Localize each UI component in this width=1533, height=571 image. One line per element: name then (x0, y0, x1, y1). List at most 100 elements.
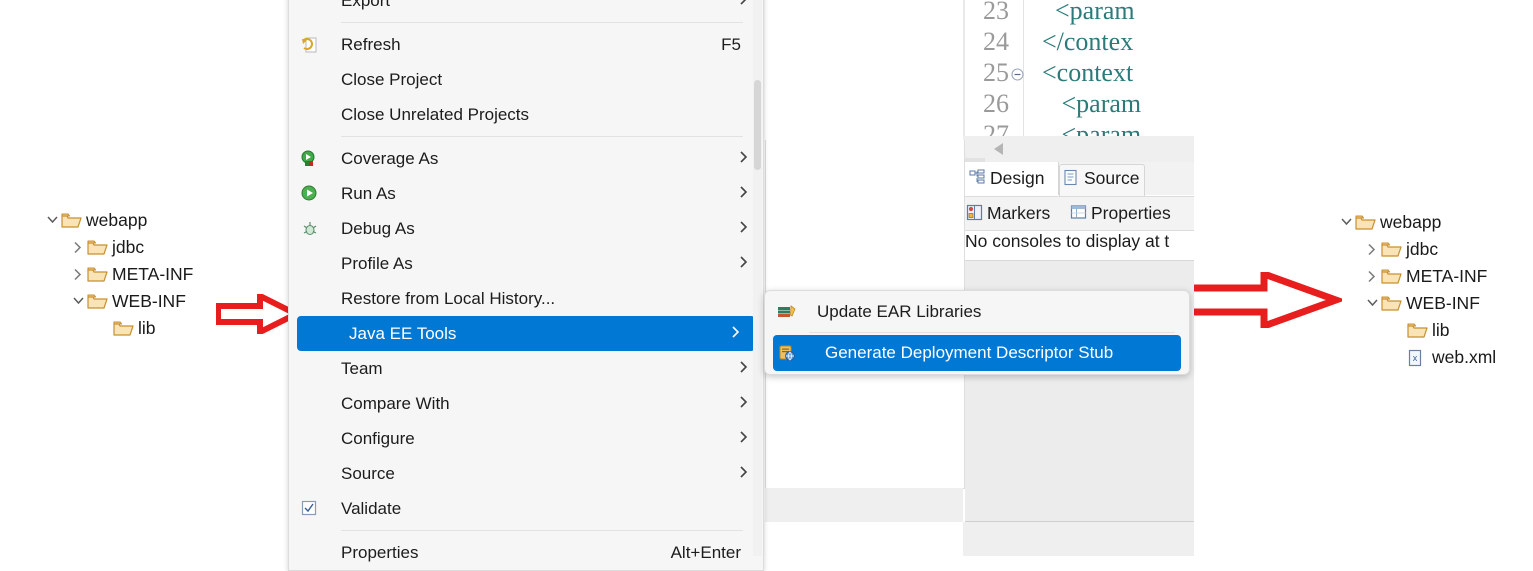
generate-icon (773, 343, 807, 363)
tree-item-lib[interactable]: lib (1338, 316, 1496, 343)
menu-item-run-as[interactable]: Run As (289, 176, 763, 211)
menu-item-profile-as[interactable]: Profile As (289, 246, 763, 281)
tree-item-label: lib (138, 317, 156, 338)
menu-item-icon-placeholder (297, 289, 323, 309)
tree-item-web-inf[interactable]: WEB-INF (1338, 289, 1496, 316)
menu-item-label: Source (341, 463, 395, 483)
menu-item-icon-placeholder (297, 359, 323, 379)
tree-item-jdbc[interactable]: jdbc (1338, 235, 1496, 262)
debug-icon (297, 219, 323, 239)
menu-item-label: Java EE Tools (349, 323, 457, 343)
tree-item-webapp[interactable]: webapp (44, 206, 193, 233)
menu-item-label: Run As (341, 183, 396, 203)
menu-item-export[interactable]: Export (289, 0, 763, 18)
menu-item-label: Close Project (341, 69, 443, 89)
menu-item-configure[interactable]: Configure (289, 421, 763, 456)
tree-item-label: webapp (1380, 211, 1442, 232)
chevron-down-icon[interactable] (1338, 208, 1355, 235)
code-line-text: </contex (1029, 27, 1134, 56)
workbench-status-bar (963, 522, 1194, 556)
chevron-right-icon[interactable] (1364, 235, 1381, 262)
menu-item-label: Coverage As (341, 148, 439, 168)
menu-item-label: Team (341, 358, 383, 378)
editor-body-shadow (763, 488, 963, 522)
tree-item-label: META-INF (112, 263, 194, 284)
project-explorer-before[interactable]: webapp jdbc META-INF WEB-INF lib (44, 206, 193, 341)
menu-item-label: Restore from Local History... (341, 288, 556, 308)
menu-item-label: Validate (341, 498, 402, 518)
arrow-pointing-to-generated-web-xml (1184, 269, 1347, 331)
tree-item-label: jdbc (112, 236, 145, 257)
line-number: 25 (983, 58, 1009, 87)
code-fold-collapse-icon[interactable] (1011, 68, 1024, 86)
tree-twisty-placeholder (96, 314, 113, 341)
menu-item-team[interactable]: Team (289, 351, 763, 386)
folder-icon (87, 264, 109, 284)
menu-item-source[interactable]: Source (289, 456, 763, 491)
submenu-item-generate-deployment-descriptor-stub[interactable]: Generate Deployment Descriptor Stub (773, 335, 1181, 371)
menu-item-validate[interactable]: Validate (289, 491, 763, 526)
project-context-menu[interactable]: Export Refresh F5 Close Project Close Unrela… (288, 0, 764, 571)
chevron-down-icon[interactable] (1364, 289, 1381, 316)
scroll-left-arrow-icon[interactable] (991, 141, 1009, 157)
submenu-arrow-icon (727, 324, 755, 344)
menu-item-label: Close Unrelated Projects (341, 104, 530, 124)
tree-item-webapp[interactable]: webapp (1338, 208, 1496, 235)
submenu-item-update-ear-libraries[interactable]: Update EAR Libraries (765, 294, 1189, 330)
tree-item-label: lib (1432, 319, 1450, 340)
menu-item-label: Properties (341, 542, 419, 562)
checkbox-icon (297, 499, 323, 519)
tree-item-label: webapp (86, 209, 148, 230)
menu-item-icon-placeholder (297, 324, 331, 344)
project-explorer-after[interactable]: webapp jdbc META-INF WEB-INF lib x web.xml (1338, 208, 1496, 370)
menu-item-label: Configure (341, 428, 415, 448)
menu-item-compare-with[interactable]: Compare With (289, 386, 763, 421)
menu-item-icon-placeholder (297, 543, 323, 563)
folder-icon (113, 318, 135, 338)
submenu-item-label: Generate Deployment Descriptor Stub (825, 343, 1114, 362)
java-ee-tools-submenu[interactable]: Update EAR Libraries Generate Deployment … (764, 290, 1190, 375)
tree-item-meta-inf[interactable]: META-INF (44, 260, 193, 287)
menu-item-restore-from-local-history[interactable]: Restore from Local History... (289, 281, 763, 316)
view-tab-properties[interactable]: Properties (1069, 203, 1171, 223)
menu-item-java-ee-tools[interactable]: Java EE Tools (297, 316, 755, 351)
menu-item-icon-placeholder (297, 70, 323, 90)
menu-item-label: Debug As (341, 218, 415, 238)
chevron-right-icon[interactable] (70, 233, 87, 260)
folder-icon (1381, 266, 1403, 286)
menu-item-icon-placeholder (297, 105, 323, 125)
menu-item-close-project[interactable]: Close Project (289, 62, 763, 97)
tree-item-meta-inf[interactable]: META-INF (1338, 262, 1496, 289)
menu-item-debug-as[interactable]: Debug As (289, 211, 763, 246)
tree-item-web-inf[interactable]: WEB-INF (44, 287, 193, 314)
tab-source[interactable]: Source (1062, 168, 1139, 188)
tab-label: Design (990, 168, 1045, 188)
menu-item-properties[interactable]: Properties Alt+Enter (289, 535, 763, 570)
folder-icon (1381, 239, 1403, 259)
context-menu-scroll-thumb[interactable] (754, 80, 761, 170)
menu-item-refresh[interactable]: Refresh F5 (289, 27, 763, 62)
submenu-separator (809, 332, 1175, 333)
line-number: 24 (983, 27, 1009, 56)
folder-icon (87, 237, 109, 257)
tree-item-lib[interactable]: lib (44, 314, 193, 341)
chevron-right-icon[interactable] (1364, 262, 1381, 289)
tree-item-label: web.xml (1432, 346, 1497, 367)
menu-item-coverage-as[interactable]: Coverage As (289, 141, 763, 176)
menu-item-label: Compare With (341, 393, 450, 413)
markers-icon (965, 204, 987, 222)
chevron-down-icon[interactable] (44, 206, 61, 233)
refresh-icon (297, 35, 323, 55)
tree-item-web-xml[interactable]: x web.xml (1338, 343, 1496, 370)
code-line-text: <param (1029, 89, 1142, 118)
view-tab-markers[interactable]: Markers (965, 203, 1050, 223)
tree-item-label: WEB-INF (112, 290, 186, 311)
svg-text:x: x (1413, 353, 1418, 363)
view-tab-label: Markers (987, 203, 1051, 223)
chevron-right-icon[interactable] (70, 260, 87, 287)
chevron-down-icon[interactable] (70, 287, 87, 314)
menu-item-icon-placeholder (297, 254, 323, 274)
menu-item-close-unrelated-projects[interactable]: Close Unrelated Projects (289, 97, 763, 132)
tab-design[interactable]: Design (968, 168, 1044, 188)
tree-item-jdbc[interactable]: jdbc (44, 233, 193, 260)
